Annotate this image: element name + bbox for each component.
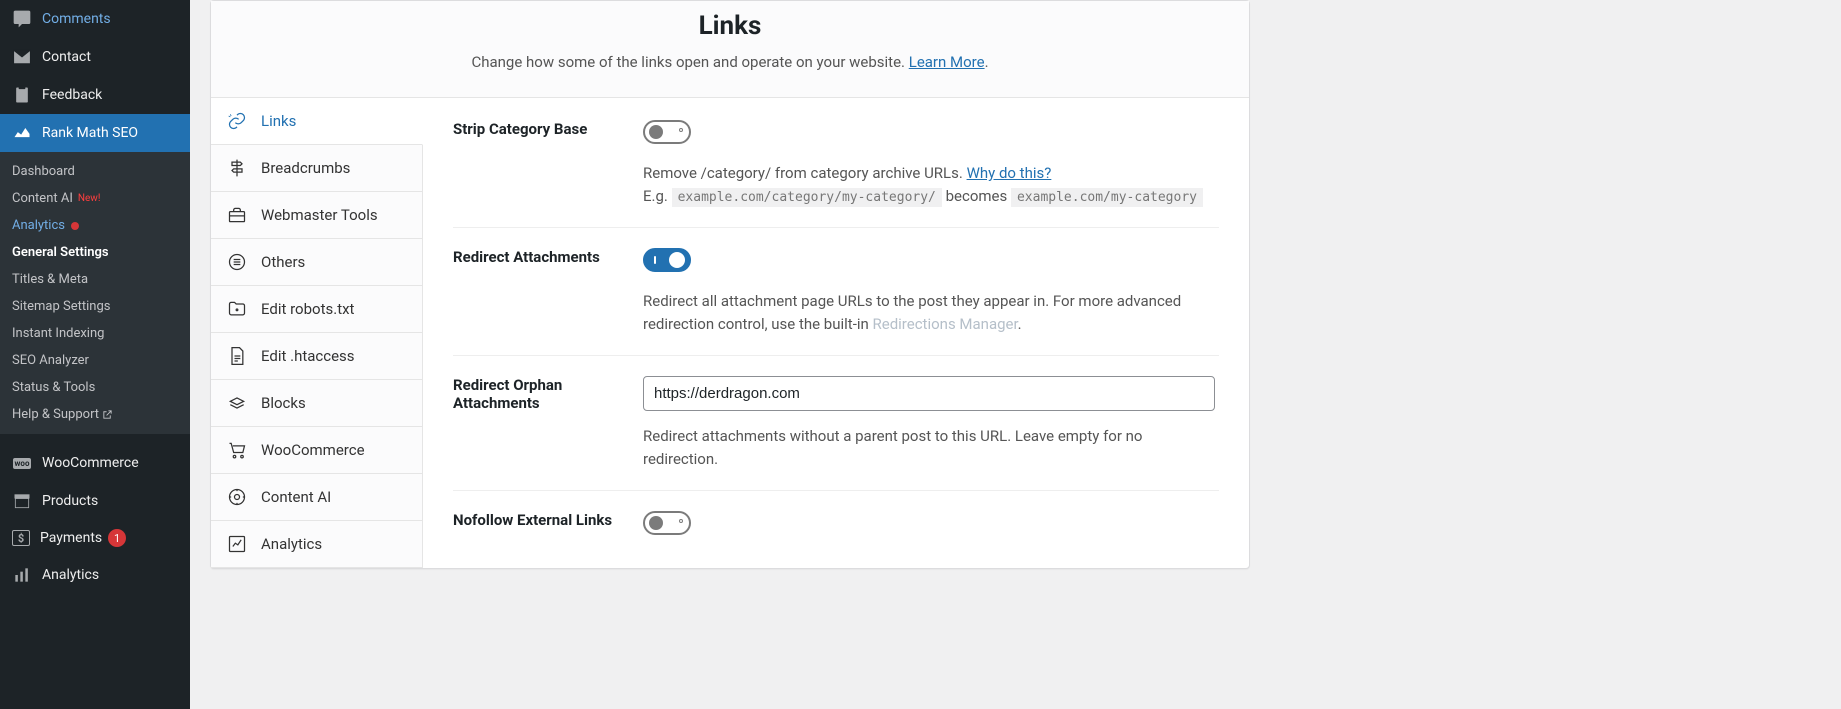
woocommerce-icon: woo [12, 453, 32, 473]
bar-chart-icon [12, 565, 32, 585]
settings-panel: Links Change how some of the links open … [210, 0, 1250, 569]
sidebar-sub-sitemap[interactable]: Sitemap Settings [0, 293, 190, 320]
row-nofollow-external: Nofollow External Links [453, 511, 1219, 539]
strip-category-base-toggle[interactable] [643, 120, 691, 144]
row-redirect-attachments: Redirect Attachments Redirect all attach… [453, 248, 1219, 356]
settings-tabs: Links Breadcrumbs Webmaster Tools Others [211, 98, 423, 568]
rankmath-icon [12, 123, 32, 143]
admin-sidebar: Comments Contact Feedback Rank Math SEO … [0, 0, 190, 709]
why-do-this-link[interactable]: Why do this? [967, 164, 1052, 182]
sidebar-item-analytics[interactable]: Analytics [0, 556, 190, 594]
tab-others[interactable]: Others [211, 239, 422, 286]
tab-edit-htaccess[interactable]: Edit .htaccess [211, 333, 422, 380]
payments-icon: $ [12, 530, 30, 546]
panel-subtitle: Change how some of the links open and op… [231, 53, 1229, 71]
redirect-orphan-url-input[interactable] [643, 376, 1215, 411]
panel-header: Links Change how some of the links open … [211, 1, 1249, 98]
sidebar-item-label: WooCommerce [42, 455, 139, 471]
document-icon [227, 346, 247, 366]
line-chart-icon [227, 534, 247, 554]
sidebar-sub-contentai[interactable]: Content AINew! [0, 185, 190, 212]
field-label: Redirect Attachments [453, 248, 643, 335]
field-label: Redirect Orphan Attachments [453, 376, 643, 470]
clipboard-icon [12, 85, 32, 105]
field-label: Nofollow External Links [453, 511, 643, 539]
example-code: example.com/category/my-category/ [672, 188, 942, 207]
tab-edit-robots[interactable]: Edit robots.txt [211, 286, 422, 333]
ai-icon [227, 487, 247, 507]
row-redirect-orphan: Redirect Orphan Attachments Redirect att… [453, 376, 1219, 491]
field-label: Strip Category Base [453, 120, 643, 207]
sidebar-sub-dashboard[interactable]: Dashboard [0, 158, 190, 185]
sidebar-item-contact[interactable]: Contact [0, 38, 190, 76]
toolbox-icon [227, 205, 247, 225]
main-content: Links Change how some of the links open … [190, 0, 1841, 709]
sidebar-item-feedback[interactable]: Feedback [0, 76, 190, 114]
example-code: example.com/my-category [1011, 188, 1203, 207]
cart-icon [227, 440, 247, 460]
list-icon [227, 252, 247, 272]
notification-dot-icon [71, 222, 79, 230]
tab-woocommerce[interactable]: WooCommerce [211, 427, 422, 474]
row-strip-category-base: Strip Category Base Remove /category/ fr… [453, 120, 1219, 228]
sidebar-item-label: Payments [40, 530, 102, 546]
sidebar-item-comments[interactable]: Comments [0, 0, 190, 38]
sidebar-sub-analytics[interactable]: Analytics [0, 212, 190, 239]
sidebar-item-payments[interactable]: $ Payments 1 [0, 520, 190, 556]
settings-form: Strip Category Base Remove /category/ fr… [423, 98, 1249, 568]
sidebar-item-label: Rank Math SEO [42, 125, 138, 141]
new-badge: New! [78, 193, 101, 204]
sidebar-item-label: Analytics [42, 567, 99, 583]
folder-gear-icon [227, 299, 247, 319]
sidebar-item-label: Comments [42, 11, 111, 27]
redirect-attachments-toggle[interactable] [643, 248, 691, 272]
sidebar-sub-help-support[interactable]: Help & Support [0, 401, 190, 428]
sidebar-sub-titles-meta[interactable]: Titles & Meta [0, 266, 190, 293]
sidebar-sub-instant-indexing[interactable]: Instant Indexing [0, 320, 190, 347]
redirections-manager-link[interactable]: Redirections Manager [873, 315, 1018, 333]
sidebar-sub-status-tools[interactable]: Status & Tools [0, 374, 190, 401]
archive-icon [12, 491, 32, 511]
signpost-icon [227, 158, 247, 178]
sidebar-sub-general-settings[interactable]: General Settings [0, 239, 190, 266]
tab-webmaster-tools[interactable]: Webmaster Tools [211, 192, 422, 239]
sidebar-item-label: Feedback [42, 87, 102, 103]
nofollow-external-links-toggle[interactable] [643, 511, 691, 535]
sidebar-item-label: Contact [42, 49, 91, 65]
field-help: Redirect attachments without a parent po… [643, 425, 1219, 470]
learn-more-link[interactable]: Learn More [909, 53, 985, 71]
blocks-icon [227, 393, 247, 413]
comment-icon [12, 9, 32, 29]
external-link-icon [102, 409, 113, 420]
sidebar-item-woocommerce[interactable]: woo WooCommerce [0, 444, 190, 482]
tab-content-ai[interactable]: Content AI [211, 474, 422, 521]
link-sparkle-icon [227, 111, 247, 131]
envelope-icon [12, 47, 32, 67]
tab-links[interactable]: Links [211, 98, 423, 145]
field-help: Redirect all attachment page URLs to the… [643, 290, 1219, 335]
tab-analytics[interactable]: Analytics [211, 521, 422, 568]
field-help: Remove /category/ from category archive … [643, 162, 1219, 207]
sidebar-item-rankmath[interactable]: Rank Math SEO [0, 114, 190, 152]
tab-blocks[interactable]: Blocks [211, 380, 422, 427]
sidebar-sub-seo-analyzer[interactable]: SEO Analyzer [0, 347, 190, 374]
sidebar-item-label: Products [42, 493, 98, 509]
tab-breadcrumbs[interactable]: Breadcrumbs [211, 145, 422, 192]
panel-title: Links [231, 11, 1229, 41]
sidebar-item-products[interactable]: Products [0, 482, 190, 520]
rankmath-submenu: Dashboard Content AINew! Analytics Gener… [0, 152, 190, 434]
count-badge: 1 [108, 529, 126, 547]
